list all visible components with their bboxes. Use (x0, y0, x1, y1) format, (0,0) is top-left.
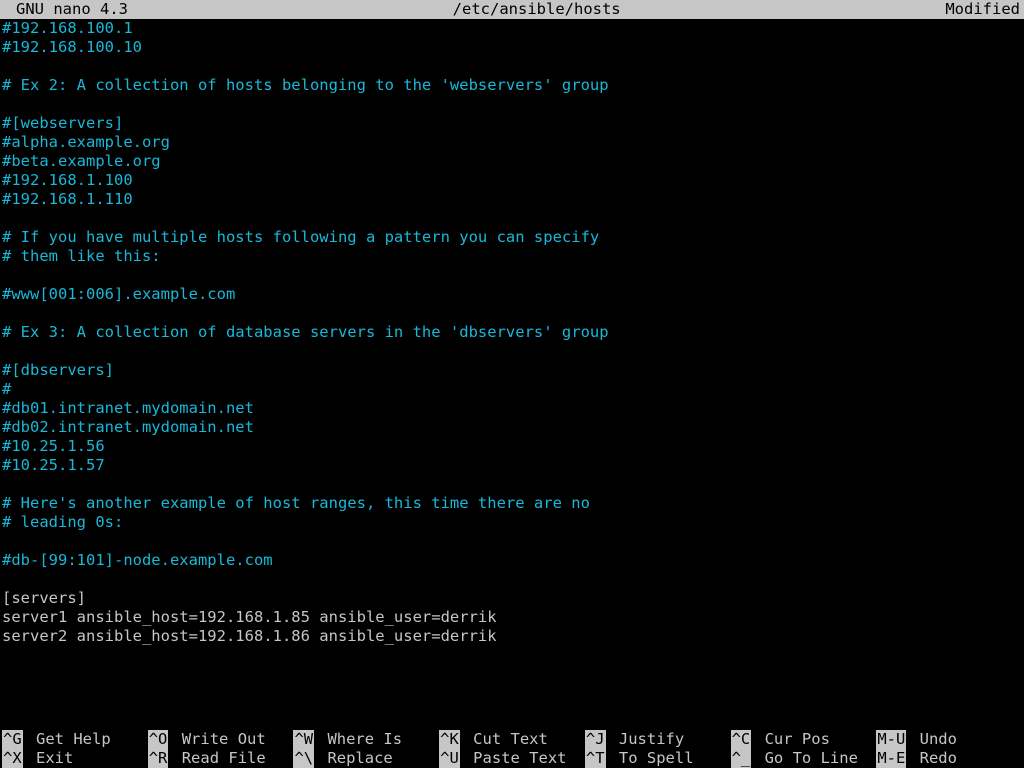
buffer-line[interactable]: #www[001:006].example.com (2, 285, 1022, 304)
help-item[interactable]: ^X Exit (2, 749, 148, 768)
help-label: Cur Pos (755, 730, 830, 749)
buffer-line[interactable] (2, 342, 1022, 361)
keycap: ^O (148, 730, 169, 749)
help-item[interactable]: ^C Cur Pos (731, 730, 877, 749)
help-item[interactable]: M-E Redo (876, 749, 1022, 768)
help-label: Redo (910, 749, 957, 768)
help-label: Exit (27, 749, 74, 768)
buffer-line[interactable] (2, 475, 1022, 494)
buffer-line[interactable]: #192.168.100.1 (2, 19, 1022, 38)
help-row-1: ^G Get Help^O Write Out^W Where Is^K Cut… (0, 730, 1024, 749)
keycap: M-U (876, 730, 906, 749)
keycap: ^C (731, 730, 752, 749)
buffer-line[interactable]: # If you have multiple hosts following a… (2, 228, 1022, 247)
help-label: Read File (172, 749, 265, 768)
buffer-line[interactable]: # Ex 3: A collection of database servers… (2, 323, 1022, 342)
buffer-line[interactable]: # Ex 2: A collection of hosts belonging … (2, 76, 1022, 95)
keycap: ^U (439, 749, 460, 768)
help-item[interactable]: ^R Read File (148, 749, 294, 768)
keycap: ^_ (731, 749, 752, 768)
help-item[interactable]: ^W Where Is (293, 730, 439, 749)
file-path: /etc/ansible/hosts (128, 0, 945, 19)
help-label: Paste Text (464, 749, 567, 768)
buffer-line[interactable]: server2 ansible_host=192.168.1.86 ansibl… (2, 627, 1022, 646)
buffer-line[interactable] (2, 95, 1022, 114)
help-row-2: ^X Exit^R Read File^\ Replace^U Paste Te… (0, 749, 1024, 768)
help-label: Undo (910, 730, 957, 749)
help-item[interactable]: ^_ Go To Line (731, 749, 877, 768)
buffer-line[interactable]: # Here's another example of host ranges,… (2, 494, 1022, 513)
help-label: Justify (610, 730, 685, 749)
keycap: ^G (2, 730, 23, 749)
help-item[interactable]: ^\ Replace (293, 749, 439, 768)
buffer-line[interactable] (2, 209, 1022, 228)
keycap: ^\ (293, 749, 314, 768)
help-bar: ^G Get Help^O Write Out^W Where Is^K Cut… (0, 730, 1024, 768)
help-item[interactable]: M-U Undo (876, 730, 1022, 749)
buffer-line[interactable]: [servers] (2, 589, 1022, 608)
file-status: Modified (945, 0, 1022, 19)
help-item[interactable]: ^J Justify (585, 730, 731, 749)
keycap: ^R (148, 749, 169, 768)
help-label: To Spell (610, 749, 694, 768)
buffer-line[interactable]: # them like this: (2, 247, 1022, 266)
buffer-line[interactable]: # (2, 380, 1022, 399)
buffer-line[interactable]: #[webservers] (2, 114, 1022, 133)
help-label: Go To Line (755, 749, 858, 768)
buffer-line[interactable] (2, 57, 1022, 76)
text-buffer[interactable]: #192.168.100.1#192.168.100.10 # Ex 2: A … (0, 19, 1024, 646)
nano-editor-window: GNU nano 4.3 /etc/ansible/hosts Modified… (0, 0, 1024, 768)
help-item[interactable]: ^O Write Out (148, 730, 294, 749)
keycap: ^K (439, 730, 460, 749)
keycap: ^J (585, 730, 606, 749)
buffer-line[interactable]: #10.25.1.57 (2, 456, 1022, 475)
help-item[interactable]: ^K Cut Text (439, 730, 585, 749)
buffer-line[interactable]: #10.25.1.56 (2, 437, 1022, 456)
keycap: ^T (585, 749, 606, 768)
buffer-line[interactable]: # leading 0s: (2, 513, 1022, 532)
buffer-line[interactable]: #192.168.1.100 (2, 171, 1022, 190)
keycap: ^X (2, 749, 23, 768)
buffer-line[interactable]: #192.168.1.110 (2, 190, 1022, 209)
help-label: Replace (318, 749, 393, 768)
buffer-line[interactable] (2, 266, 1022, 285)
buffer-line[interactable]: #[dbservers] (2, 361, 1022, 380)
keycap: ^W (293, 730, 314, 749)
buffer-line[interactable]: #beta.example.org (2, 152, 1022, 171)
buffer-line[interactable]: #db01.intranet.mydomain.net (2, 399, 1022, 418)
title-bar: GNU nano 4.3 /etc/ansible/hosts Modified (0, 0, 1024, 19)
help-label: Where Is (318, 730, 402, 749)
help-label: Cut Text (464, 730, 548, 749)
buffer-line[interactable] (2, 570, 1022, 589)
keycap: M-E (876, 749, 906, 768)
help-item[interactable]: ^U Paste Text (439, 749, 585, 768)
buffer-line[interactable]: #db02.intranet.mydomain.net (2, 418, 1022, 437)
help-item[interactable]: ^G Get Help (2, 730, 148, 749)
help-label: Write Out (172, 730, 265, 749)
buffer-line[interactable]: #alpha.example.org (2, 133, 1022, 152)
help-label: Get Help (27, 730, 111, 749)
buffer-line[interactable]: #db-[99:101]-node.example.com (2, 551, 1022, 570)
help-item[interactable]: ^T To Spell (585, 749, 731, 768)
buffer-line[interactable] (2, 304, 1022, 323)
buffer-line[interactable] (2, 532, 1022, 551)
app-name: GNU nano 4.3 (2, 0, 128, 19)
buffer-line[interactable]: #192.168.100.10 (2, 38, 1022, 57)
buffer-line[interactable]: server1 ansible_host=192.168.1.85 ansibl… (2, 608, 1022, 627)
